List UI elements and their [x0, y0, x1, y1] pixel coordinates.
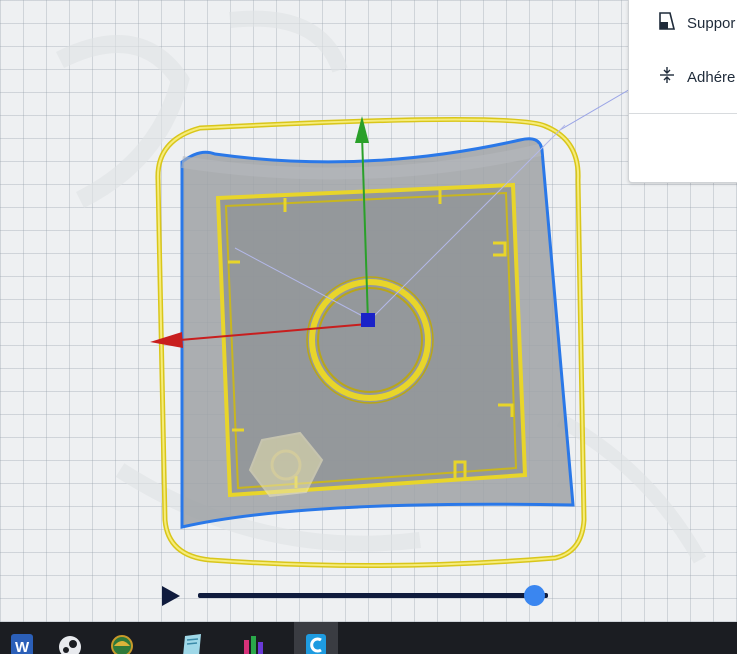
taskbar: W: [0, 622, 737, 654]
slider-track[interactable]: [198, 593, 548, 598]
slider-handle[interactable]: [523, 585, 545, 606]
print-settings-panel: Suppor Adhére: [628, 0, 737, 183]
chart-app-icon[interactable]: [232, 622, 276, 654]
support-setting-row[interactable]: Suppor: [629, 8, 735, 38]
play-button[interactable]: [162, 586, 180, 606]
background-shape: [55, 35, 190, 209]
support-label: Suppor: [687, 14, 736, 32]
background-shape: [229, 10, 348, 73]
steam-icon[interactable]: [48, 622, 92, 654]
support-icon: [657, 11, 677, 35]
3d-viewport[interactable]: Suppor Adhére: [0, 0, 737, 622]
adhesion-icon: [657, 65, 677, 89]
notepad-icon[interactable]: [170, 622, 214, 654]
z-axis-handle[interactable]: [361, 313, 375, 327]
panel-divider: [629, 113, 737, 114]
cura-icon[interactable]: [294, 622, 338, 654]
model-layer-view[interactable]: [0, 0, 737, 622]
word-icon[interactable]: W: [0, 622, 44, 654]
layer-playback-slider: [160, 582, 565, 608]
x-axis-arrow[interactable]: [150, 332, 183, 348]
svg-text:W: W: [15, 639, 30, 654]
globe-app-icon[interactable]: [100, 622, 144, 654]
adhesion-label: Adhére: [687, 68, 736, 86]
adhesion-setting-row[interactable]: Adhére: [629, 62, 735, 92]
